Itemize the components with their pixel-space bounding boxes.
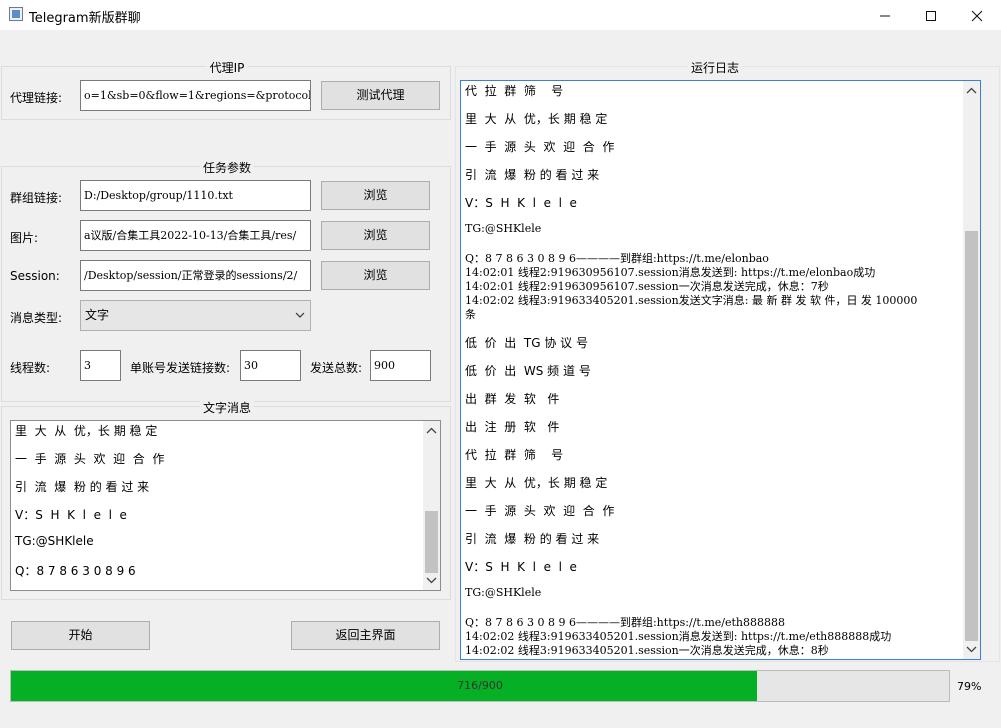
message-line: 一 手 源 头 欢 迎 合 作 [15, 452, 165, 466]
log-line: 低 价 出 TG 协 议 号 [465, 336, 588, 350]
message-lines: 里 大 从 优，长 期 稳 定一 手 源 头 欢 迎 合 作引 流 爆 粉 的 … [11, 421, 423, 590]
test-proxy-button[interactable]: 测试代理 [321, 81, 440, 110]
browse-session-button[interactable]: 浏览 [321, 261, 430, 290]
total-input[interactable]: 900 [370, 350, 431, 381]
minimize-icon [880, 15, 890, 17]
log-line: 出 群 发 软 件 [465, 392, 560, 406]
message-type-label: 消息类型: [10, 311, 63, 325]
log-line: TG:@SHKlele [465, 586, 542, 599]
group-link-label: 群组链接: [10, 191, 63, 205]
per-account-label: 单账号发送链接数: [130, 361, 231, 375]
log-lines: 代 拉 群 筛 号里 大 从 优，长 期 稳 定一 手 源 头 欢 迎 合 作引… [461, 81, 963, 659]
log-line: 引 流 爆 粉 的 看 过 来 [465, 168, 600, 182]
scroll-up-icon[interactable] [423, 423, 440, 440]
progress-percent: 79% [957, 680, 982, 693]
title-bar: Telegram新版群聊 [0, 0, 1001, 30]
session-path-input[interactable]: /Desktop/session/正常登录的sessions/2/ [80, 260, 311, 291]
scroll-down-icon[interactable] [963, 640, 980, 657]
browse-group-button[interactable]: 浏览 [321, 181, 430, 210]
scroll-down-icon[interactable] [423, 571, 440, 588]
per-account-input[interactable]: 30 [240, 350, 301, 381]
total-label: 发送总数: [310, 361, 363, 375]
image-path-input[interactable]: a议版/合集工具2022-10-13/合集工具/res/ [80, 220, 311, 251]
session-label: Session: [10, 269, 60, 283]
close-button[interactable] [954, 0, 1000, 30]
log-line: 里 大 从 优，长 期 稳 定 [465, 476, 608, 490]
message-scroll-thumb[interactable] [425, 511, 438, 573]
log-textarea[interactable]: 代 拉 群 筛 号里 大 从 优，长 期 稳 定一 手 源 头 欢 迎 合 作引… [460, 80, 981, 660]
message-line: 引 流 爆 粉 的 看 过 来 [15, 480, 150, 494]
log-group-title: 运行日志 [687, 59, 743, 76]
progress-bar: 716/900 [10, 670, 950, 702]
text-message-title: 文字消息 [199, 399, 255, 416]
message-line: V：S H K l e l e [15, 508, 127, 522]
log-line: 里 大 从 优，长 期 稳 定 [465, 112, 608, 126]
window-title: Telegram新版群聊 [29, 11, 141, 26]
message-line: 里 大 从 优，长 期 稳 定 [15, 424, 158, 438]
task-params-title: 任务参数 [199, 159, 255, 176]
log-line: TG:@SHKlele [465, 222, 542, 235]
log-line: V：S H K l e l e [465, 560, 577, 574]
close-icon [971, 10, 983, 22]
log-line: 一 手 源 头 欢 迎 合 作 [465, 140, 615, 154]
log-line: 出 注 册 软 件 [465, 420, 560, 434]
log-scroll-thumb[interactable] [965, 231, 978, 641]
log-line: 14:02:02 线程3:919633405201.session一次消息发送完… [465, 644, 829, 657]
proxy-link-label: 代理链接: [10, 91, 63, 105]
message-textarea[interactable]: 里 大 从 优，长 期 稳 定一 手 源 头 欢 迎 合 作引 流 爆 粉 的 … [10, 420, 441, 591]
log-line: 14:02:02 线程3:919633405201.session发送文字消息:… [465, 294, 918, 307]
threads-label: 线程数: [10, 361, 51, 375]
chevron-down-icon [295, 312, 305, 318]
start-button[interactable]: 开始 [11, 621, 150, 650]
image-label: 图片: [10, 231, 39, 245]
log-line: 条 [465, 308, 476, 321]
log-line: 代 拉 群 筛 号 [465, 84, 564, 98]
proxy-group-title: 代理IP [206, 59, 248, 76]
log-scrollbar[interactable] [963, 81, 980, 659]
log-line: 低 价 出 WS 频 道 号 [465, 364, 591, 378]
maximize-button[interactable] [908, 0, 954, 30]
log-line: 代 拉 群 筛 号 [465, 448, 564, 462]
scroll-up-icon[interactable] [963, 83, 980, 100]
group-link-input[interactable]: D:/Desktop/group/1110.txt [80, 180, 311, 211]
maximize-icon [926, 11, 936, 21]
minimize-button[interactable] [862, 0, 908, 30]
proxy-link-input[interactable]: o=1&sb=0&flow=1&regions=&protocol=http [80, 80, 311, 111]
log-line: 引 流 爆 粉 的 看 过 来 [465, 532, 600, 546]
message-line: Q：8 7 8 6 3 0 8 9 6 [15, 564, 136, 578]
log-line: V：S H K l e l e [465, 196, 577, 210]
log-line: 一 手 源 头 欢 迎 合 作 [465, 504, 615, 518]
back-to-main-button[interactable]: 返回主界面 [291, 621, 440, 650]
message-type-value: 文字 [85, 308, 110, 322]
app-icon [9, 7, 23, 21]
threads-input[interactable]: 3 [80, 350, 121, 381]
message-scrollbar[interactable] [423, 421, 440, 590]
progress-text: 716/900 [457, 679, 503, 692]
browse-image-button[interactable]: 浏览 [321, 221, 430, 250]
message-line: TG:@SHKlele [15, 534, 94, 548]
message-type-select[interactable]: 文字 [80, 300, 311, 331]
